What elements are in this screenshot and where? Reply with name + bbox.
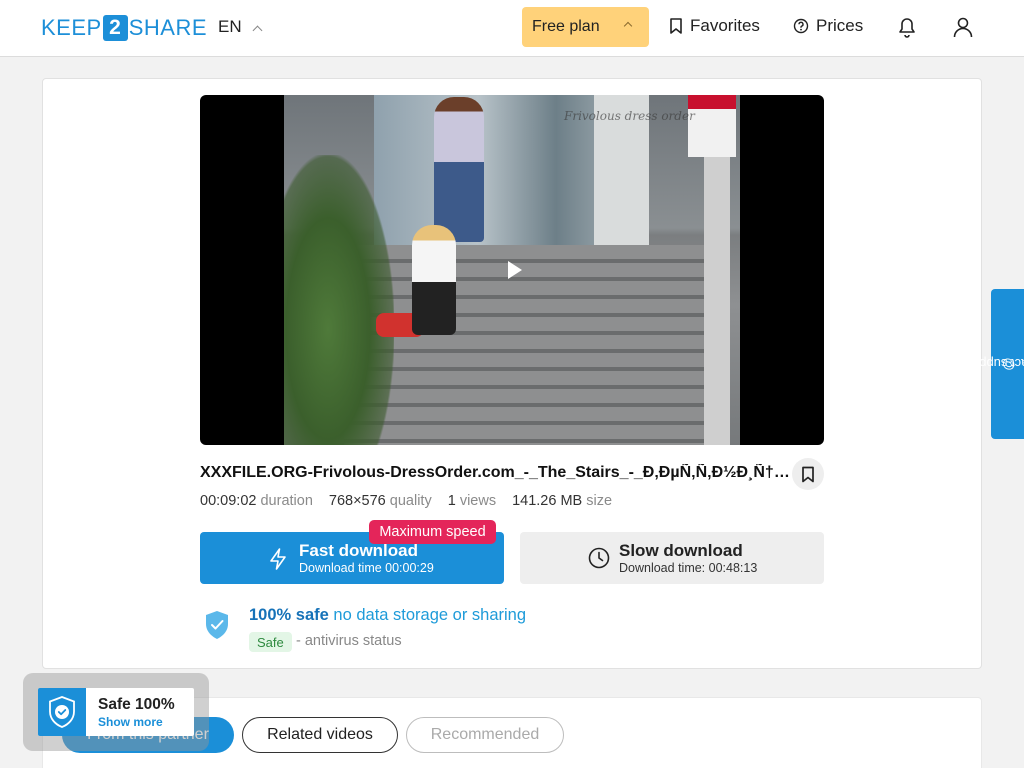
clock-icon bbox=[588, 547, 610, 569]
bell-icon[interactable] bbox=[894, 14, 920, 40]
quality-label: quality bbox=[389, 493, 432, 509]
antivirus-status: - antivirus status bbox=[296, 633, 402, 649]
duration-label: duration bbox=[260, 493, 313, 509]
user-icon[interactable] bbox=[950, 14, 976, 40]
meta-size: 141.26 MB size bbox=[512, 493, 612, 509]
safe-popup-title: Safe 100% bbox=[98, 696, 175, 713]
tab-related-videos[interactable]: Related videos bbox=[242, 717, 398, 753]
quality-value: 768×576 bbox=[328, 493, 386, 509]
views-value: 1 bbox=[447, 493, 456, 509]
bookmark-icon bbox=[802, 466, 814, 482]
slow-download-time: Download time: 00:48:13 bbox=[619, 561, 758, 575]
meta-views: 1 views bbox=[448, 493, 496, 509]
video-player[interactable]: Frivolous dress order bbox=[200, 95, 824, 445]
safety-text: no data storage or sharing bbox=[333, 606, 527, 624]
thumb-sign bbox=[688, 95, 736, 157]
antivirus-badge: Safe bbox=[249, 632, 292, 652]
contact-support-label: @ contact support bbox=[963, 357, 1024, 372]
views-label: views bbox=[459, 493, 497, 509]
slow-download-button[interactable]: Slow download Download time: 00:48:13 bbox=[520, 532, 824, 584]
logo-text-right: SHARE bbox=[128, 15, 207, 40]
logo-text-left: KEEP bbox=[41, 15, 102, 40]
file-name: XXXFILE.ORG-Frivolous-DressOrder.com_-_T… bbox=[200, 464, 790, 481]
keep2share-logo[interactable]: KEEP 2 SHARE bbox=[41, 14, 207, 42]
size-label: size bbox=[586, 493, 613, 509]
top-header: KEEP 2 SHARE EN Free plan Favorites Pric… bbox=[0, 0, 1024, 57]
language-selector[interactable]: EN bbox=[218, 17, 263, 37]
meta-quality: 768×576 quality bbox=[329, 493, 432, 509]
language-label: EN bbox=[218, 17, 242, 36]
thumb-person-sitting bbox=[412, 225, 456, 335]
shield-check-icon bbox=[49, 696, 75, 728]
slow-download-title: Slow download bbox=[619, 541, 743, 560]
fast-download-title: Fast download bbox=[299, 541, 418, 560]
prices-link[interactable]: Prices bbox=[793, 16, 863, 36]
thumb-plants bbox=[284, 155, 394, 445]
thumb-stairs bbox=[344, 245, 724, 445]
safety-statement: 100% safe no data storage or sharing bbox=[249, 606, 526, 625]
plan-label: Free plan bbox=[532, 18, 600, 35]
logo-badge: 2 bbox=[102, 15, 128, 41]
help-circle-icon bbox=[793, 18, 809, 34]
bookmark-icon bbox=[670, 18, 682, 34]
lightning-icon bbox=[270, 548, 286, 570]
video-watermark: Frivolous dress order bbox=[564, 109, 695, 123]
chevron-up-icon bbox=[623, 21, 633, 31]
chevron-up-icon bbox=[252, 25, 263, 35]
contact-support-tab[interactable]: @ contact support bbox=[963, 289, 1024, 439]
plan-dropdown[interactable]: Free plan bbox=[522, 7, 649, 47]
contact-support-text: contact support bbox=[963, 356, 1024, 372]
prices-label: Prices bbox=[816, 16, 864, 35]
thumb-person-standing bbox=[434, 97, 484, 242]
play-icon[interactable] bbox=[508, 261, 522, 279]
shield-check-icon bbox=[206, 611, 228, 639]
favorites-link[interactable]: Favorites bbox=[669, 16, 760, 36]
duration-value: 00:09:02 bbox=[200, 493, 257, 509]
fast-download-time: Download time 00:00:29 bbox=[299, 561, 434, 575]
add-favorite-button[interactable] bbox=[792, 458, 824, 490]
safe-popup-shield bbox=[38, 688, 86, 736]
safety-bold: 100% safe bbox=[249, 606, 329, 624]
meta-duration: 00:09:02 duration bbox=[200, 493, 313, 509]
safe-popup[interactable]: Safe 100% Show more bbox=[38, 688, 194, 736]
size-value: 141.26 MB bbox=[512, 493, 583, 509]
show-more-link[interactable]: Show more bbox=[98, 715, 163, 729]
max-speed-badge: Maximum speed bbox=[369, 520, 496, 544]
file-meta: 00:09:02 duration 768×576 quality 1 view… bbox=[200, 493, 628, 509]
favorites-label: Favorites bbox=[690, 16, 760, 35]
tab-recommended[interactable]: Recommended bbox=[406, 717, 564, 753]
